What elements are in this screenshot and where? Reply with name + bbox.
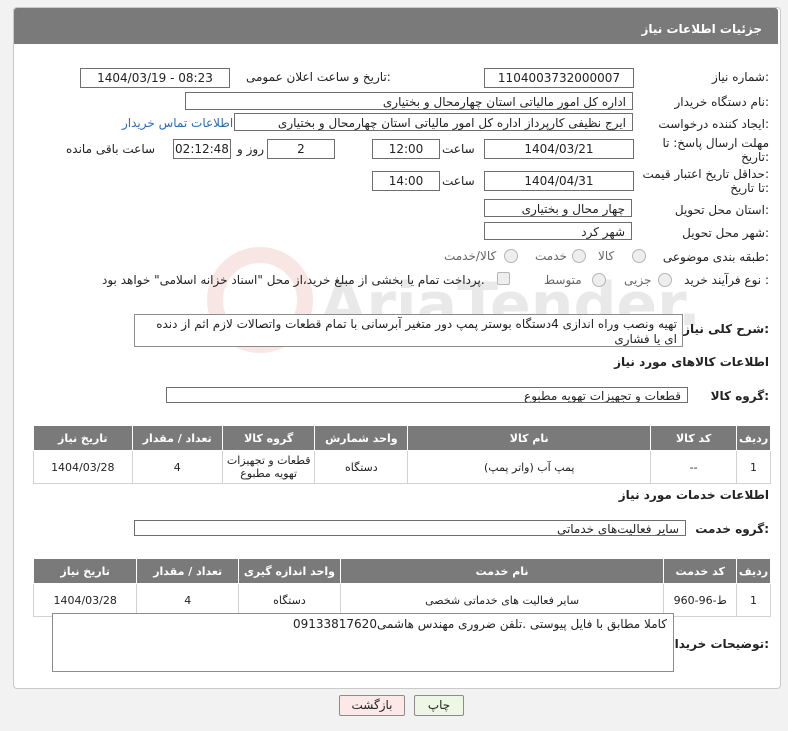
goods-group-line1: قطعات و تجهیزات xyxy=(226,454,311,467)
goods-col-name: نام کالا xyxy=(407,425,652,451)
category-goods-radio[interactable] xyxy=(632,249,646,263)
deadline-time-field: 12:00 xyxy=(372,139,440,159)
contact-info-link[interactable]: اطلاعات تماس خریدار xyxy=(122,116,233,130)
days-field: 2 xyxy=(267,139,335,159)
goods-qty: 4 xyxy=(131,450,223,484)
services-section-title: اطلاعات خدمات مورد نیاز xyxy=(618,488,769,502)
description-label: شرح کلی نیاز: xyxy=(683,322,769,336)
page-title: جزئیات اطلاعات نیاز xyxy=(641,22,762,36)
services-group-label: گروه خدمت: xyxy=(695,522,769,536)
price-validity-date-field: 1404/04/31 xyxy=(484,171,634,191)
city-label: شهر محل تحویل: xyxy=(682,226,769,240)
requester-field: ایرج نظیفی کارپرداز اداره کل امور مالیات… xyxy=(234,113,633,131)
goods-col-row: ردیف xyxy=(736,425,771,451)
goods-section-title: اطلاعات کالاهای مورد نیاز xyxy=(614,355,769,369)
category-service-label: خدمت xyxy=(535,249,567,263)
goods-name: پمپ آب (واتر پمپ) xyxy=(407,450,652,484)
days-word: روز و xyxy=(237,142,264,156)
price-validity-time-field: 14:00 xyxy=(372,171,440,191)
province-field: چهار محال و بختیاری xyxy=(484,199,632,217)
process-small-radio[interactable] xyxy=(658,273,672,287)
process-medium-label: متوسط xyxy=(544,273,582,287)
services-group-field: سایر فعالیت‌های خدماتی xyxy=(134,520,686,536)
print-button[interactable]: چاپ xyxy=(414,695,464,716)
category-label: طبقه بندی موضوعی: xyxy=(662,250,769,264)
need-number-field: 1104003732000007 xyxy=(484,68,634,88)
services-table-header: ردیف کد خدمت نام خدمت واحد اندازه گیری ت… xyxy=(32,558,771,584)
goods-col-group: گروه کالا xyxy=(221,425,316,451)
service-unit: دستگاه xyxy=(238,583,341,617)
price-validity-time-word: ساعت xyxy=(442,174,475,188)
goods-group-field: قطعات و تجهیزات تهویه مطبوع xyxy=(166,387,688,403)
process-label: نوع فرآیند خرید : xyxy=(684,273,769,287)
category-goods-service-radio[interactable] xyxy=(504,249,518,263)
goods-col-code: کد کالا xyxy=(650,425,738,451)
description-textarea[interactable]: تهیه ونصب وراه اندازی 4دستگاه بوستر پمپ … xyxy=(134,314,683,347)
announce-field: 1404/03/19 - 08:23 xyxy=(80,68,230,88)
need-number-label: شماره نیاز: xyxy=(711,70,769,84)
announce-label: تاریخ و ساعت اعلان عمومی: xyxy=(246,70,391,84)
services-col-unit: واحد اندازه گیری xyxy=(238,558,341,584)
services-col-row: ردیف xyxy=(736,558,771,584)
category-goods-label: کالا xyxy=(598,249,615,263)
city-field: شهر کرد xyxy=(484,222,632,240)
category-service-radio[interactable] xyxy=(572,249,586,263)
deadline-date-field: 1404/03/21 xyxy=(484,139,634,159)
goods-table: ردیف کد کالا نام کالا واحد شمارش گروه کا… xyxy=(33,425,771,484)
buyer-org-field: اداره کل امور مالیاتی استان چهارمحال و ب… xyxy=(185,92,633,110)
back-button[interactable]: بازگشت xyxy=(339,695,405,716)
services-col-date: تاریخ نیاز xyxy=(32,558,138,584)
table-row: 1 -- پمپ آب (واتر پمپ) دستگاه قطعات و تج… xyxy=(33,450,771,484)
goods-group-line2: تهویه مطبوع xyxy=(240,467,298,480)
requester-label: ایجاد کننده درخواست: xyxy=(658,117,769,131)
price-validity-label: حداقل تاریخ اعتبار قیمت: xyxy=(642,167,769,181)
service-code: ط-96-960 xyxy=(663,583,738,617)
service-qty: 4 xyxy=(136,583,240,617)
goods-col-unit: واحد شمارش xyxy=(314,425,409,451)
remaining-word: ساعت باقی مانده xyxy=(66,142,156,156)
province-label: استان محل تحویل: xyxy=(674,203,769,217)
goods-group: قطعات و تجهیزات تهویه مطبوع xyxy=(221,450,316,484)
service-name: سایر فعالیت های خدماتی شخصی xyxy=(339,583,665,617)
services-col-code: کد خدمت xyxy=(663,558,738,584)
buyer-notes-textarea[interactable]: کاملا مطابق با فایل پیوستی .تلفن ضروری م… xyxy=(52,613,674,672)
goods-code: -- xyxy=(650,450,738,484)
buyer-notes-label: توضیحات خریدار: xyxy=(667,637,769,651)
goods-unit: دستگاه xyxy=(314,450,409,484)
deadline-time-word: ساعت xyxy=(442,142,475,156)
goods-row-number: 1 xyxy=(736,450,771,484)
deadline-label-2: تاریخ: xyxy=(741,150,769,164)
process-small-label: جزیی xyxy=(624,273,652,287)
remaining-time-field: 02:12:48 xyxy=(173,139,231,159)
goods-col-qty: تعداد / مقدار xyxy=(131,425,223,451)
price-validity-label-2: تا تاریخ: xyxy=(730,181,769,195)
category-goods-service-label: کالا/خدمت xyxy=(444,249,497,263)
goods-date: 1404/03/28 xyxy=(33,450,133,484)
services-table: ردیف کد خدمت نام خدمت واحد اندازه گیری ت… xyxy=(32,558,771,617)
goods-table-header: ردیف کد کالا نام کالا واحد شمارش گروه کا… xyxy=(33,425,771,451)
services-col-qty: تعداد / مقدار xyxy=(136,558,240,584)
payment-note: پرداخت تمام یا بخشی از مبلغ خرید،از محل … xyxy=(102,273,485,287)
buyer-org-label: نام دستگاه خریدار: xyxy=(674,95,770,109)
panel-header: جزئیات اطلاعات نیاز xyxy=(14,8,778,44)
service-date: 1404/03/28 xyxy=(32,583,138,617)
goods-group-label: گروه کالا: xyxy=(710,389,769,403)
deadline-label: مهلت ارسال پاسخ: تا xyxy=(662,136,769,150)
treasury-checkbox[interactable] xyxy=(497,272,510,285)
services-col-name: نام خدمت xyxy=(339,558,665,584)
service-row-number: 1 xyxy=(736,583,771,617)
table-row: 1 ط-96-960 سایر فعالیت های خدماتی شخصی د… xyxy=(32,583,771,617)
process-medium-radio[interactable] xyxy=(592,273,606,287)
goods-col-date: تاریخ نیاز xyxy=(33,425,133,451)
